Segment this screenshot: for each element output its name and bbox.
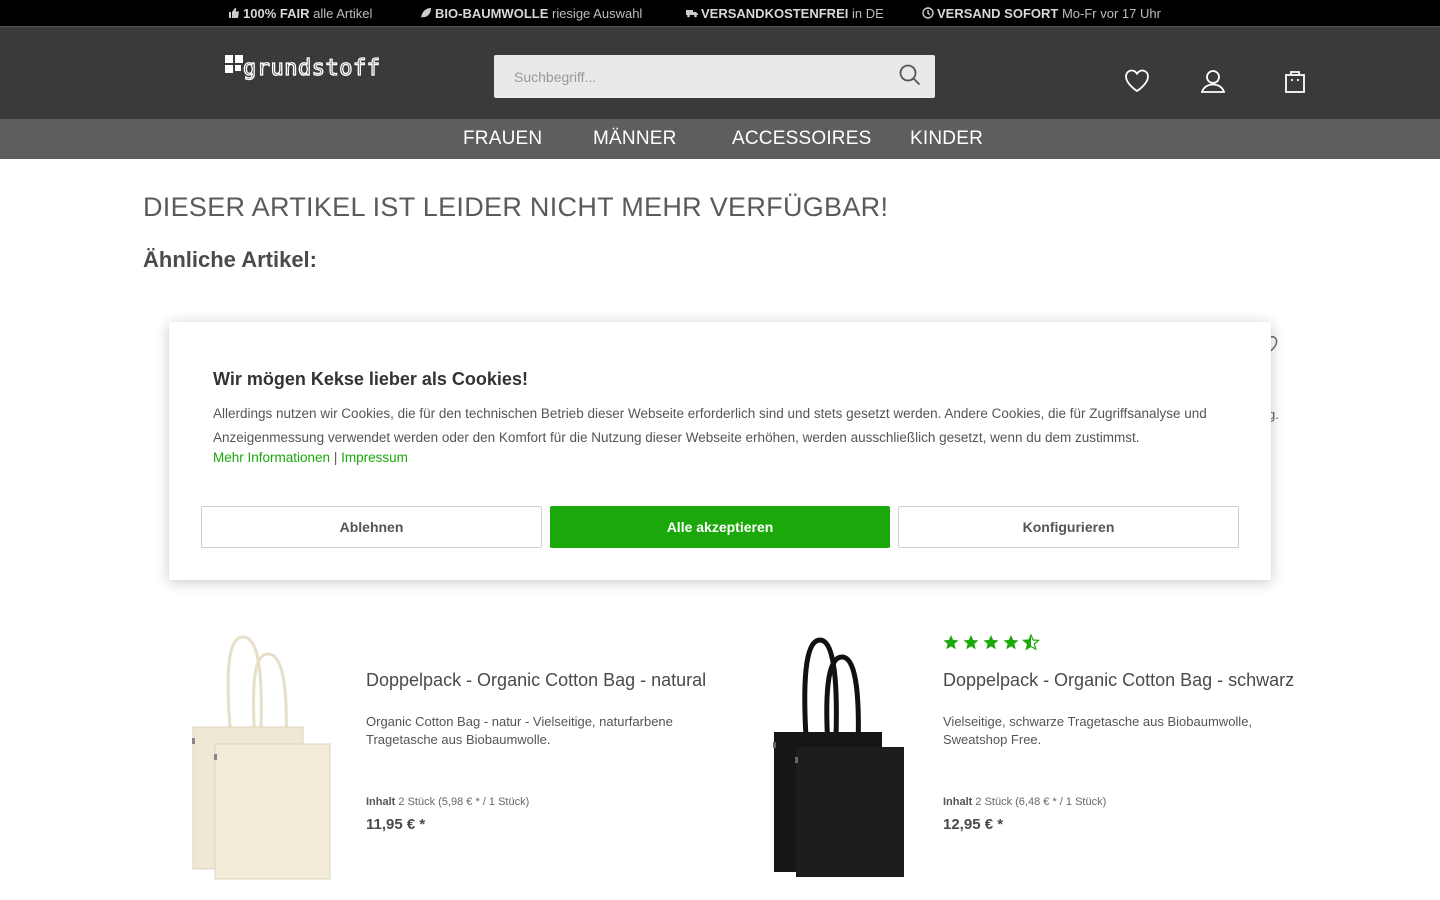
search-input[interactable] [494,55,874,98]
cookie-links: Mehr Informationen | Impressum [213,450,408,465]
search-icon [899,64,921,86]
site-header: grundstoff [0,27,1440,119]
tote-bag-black-image [773,637,904,877]
product-content: Inhalt 2 Stück (5,98 € * / 1 Stück) [366,796,530,808]
product-description: Organic Cotton Bag - natur - Vielseitige… [366,714,673,747]
similar-articles-heading: Ähnliche Artikel: [143,247,317,272]
tote-bag-natural-image [192,635,331,880]
nav-item-kinder[interactable]: KINDER [910,128,983,150]
product-content: Inhalt 2 Stück (6,48 € * / 1 Stück) [943,796,1107,808]
product-image[interactable] [768,632,913,882]
usp-shipping: VERSANDKOSTENFREI in DE [686,6,884,21]
usp-fair: 100% FAIR alle Artikel [228,6,372,21]
more-info-link[interactable]: Mehr Informationen [213,450,330,465]
user-icon [1200,70,1226,93]
leaf-icon [421,8,431,18]
star-rating-icon [943,633,1040,651]
grundstoff-logo: grundstoff [225,55,381,82]
site-logo[interactable]: grundstoff [223,53,407,87]
accept-all-button[interactable]: Alle akzeptieren [550,506,890,548]
imprint-link[interactable]: Impressum [341,450,408,465]
product-rating [943,633,1043,658]
decline-button[interactable]: Ablehnen [201,506,542,548]
configure-button[interactable]: Konfigurieren [898,506,1239,548]
account-button[interactable] [1199,67,1227,95]
usp-dispatch: VERSAND SOFORT Mo-Fr vor 17 Uhr [922,6,1161,21]
truck-icon [686,10,698,18]
page-title: DIESER ARTIKEL IST LEIDER NICHT MEHR VER… [143,192,889,222]
link-separator: | [333,450,338,465]
nav-item-frauen[interactable]: FRAUEN [463,128,542,150]
product-title[interactable]: Doppelpack - Organic Cotton Bag - schwar… [943,670,1294,691]
product-price: 11,95 € * [366,816,426,833]
cookie-title: Wir mögen Kekse lieber als Cookies! [213,369,528,389]
product-description: Vielseitige, schwarze Tragetasche aus Bi… [943,714,1253,747]
heart-icon [1125,69,1149,93]
shopping-bag-icon [1285,71,1305,93]
product-image[interactable] [185,632,335,882]
clock-icon [922,7,934,19]
cart-button[interactable] [1281,67,1309,95]
thumbs-up-icon [229,8,239,18]
nav-item-maenner[interactable]: MÄNNER [593,128,677,150]
wishlist-button[interactable] [1123,67,1151,95]
usp-bar: 100% FAIR alle Artikel BIO-BAUMWOLLE rie… [0,0,1440,27]
search-button[interactable] [897,63,923,89]
cookie-consent-dialog: Wir mögen Kekse lieber als Cookies! Alle… [169,322,1271,580]
usp-bio: BIO-BAUMWOLLE riesige Auswahl [420,6,642,21]
product-title[interactable]: Doppelpack - Organic Cotton Bag - natura… [366,670,706,691]
cookie-text: Allerdings nutzen wir Cookies, die für d… [213,406,1207,445]
main-nav: FRAUEN MÄNNER ACCESSOIRES KINDER [0,119,1440,159]
product-price: 12,95 € * [943,816,1004,833]
search-box [494,55,935,98]
logo-wordmark: grundstoff [243,56,380,81]
nav-item-accessoires[interactable]: ACCESSOIRES [732,128,871,150]
